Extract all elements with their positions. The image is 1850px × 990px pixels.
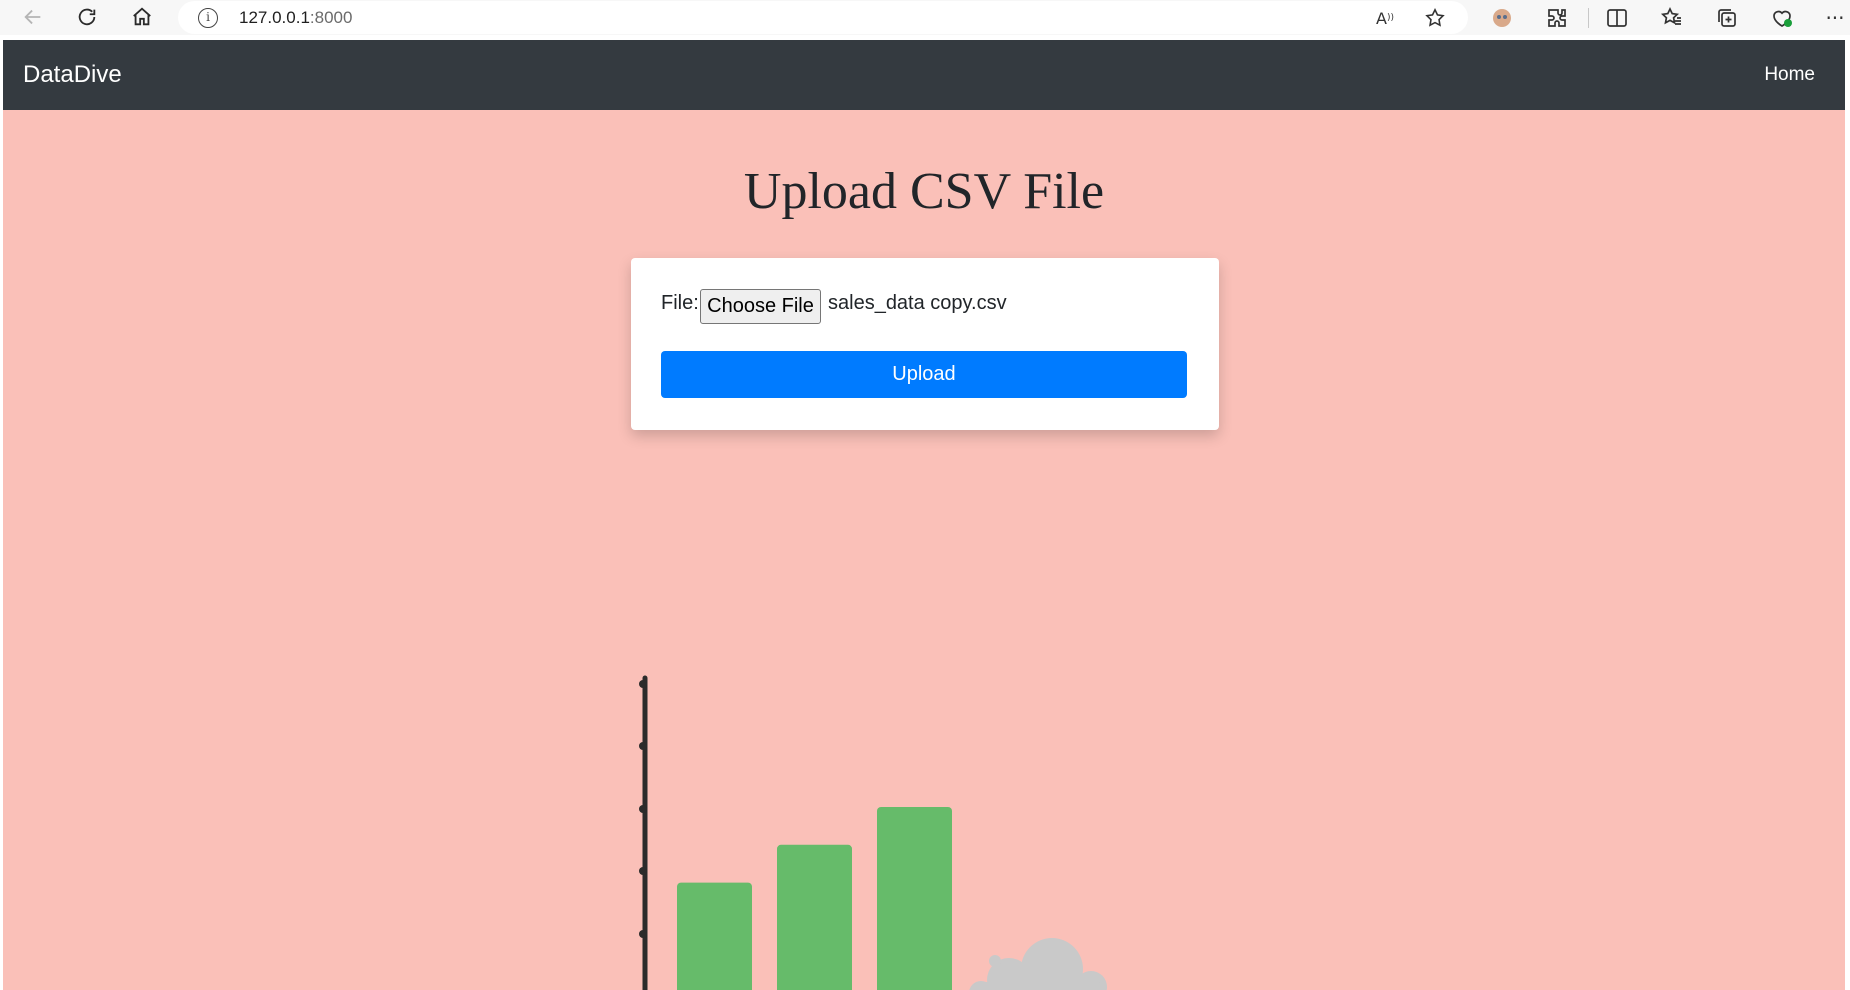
navbar-brand[interactable]: DataDive (23, 61, 122, 89)
nav-home-link[interactable]: Home (1764, 64, 1815, 86)
refresh-icon[interactable] (72, 2, 102, 32)
profile-extension-icon[interactable] (1487, 3, 1517, 33)
navbar: DataDive Home (3, 40, 1845, 110)
home-icon[interactable] (127, 2, 157, 32)
illustration-bar (877, 807, 952, 990)
selected-file-name: sales_data copy.csv (828, 292, 1007, 314)
read-aloud-icon[interactable]: A)) (1373, 6, 1397, 30)
page-viewport: DataDive Home Upload CSV File File: Choo… (3, 40, 1845, 990)
illustration-bars (677, 807, 952, 990)
illustration-bar (677, 882, 752, 990)
file-label: File: (661, 292, 699, 314)
url-text[interactable]: 127.0.0.1:8000 (239, 8, 352, 28)
browser-essentials-icon[interactable] (1767, 3, 1797, 33)
choose-file-button[interactable]: Choose File (700, 289, 821, 324)
favorites-icon[interactable] (1657, 3, 1687, 33)
cloud-illustration (969, 938, 1107, 990)
bar-chart-illustration (639, 675, 1107, 990)
page-title: Upload CSV File (743, 163, 1105, 220)
back-icon[interactable] (18, 2, 48, 32)
more-menu-icon[interactable]: ··· (1820, 3, 1850, 33)
split-screen-icon[interactable] (1602, 3, 1632, 33)
extensions-icon[interactable] (1542, 3, 1572, 33)
collections-icon[interactable] (1712, 3, 1742, 33)
upload-form-card: File: Choose File sales_data copy.csv Up… (631, 258, 1219, 430)
upload-button[interactable]: Upload (661, 351, 1187, 398)
site-info-icon[interactable]: i (198, 8, 218, 28)
address-bar[interactable]: i 127.0.0.1:8000 A)) (178, 1, 1468, 34)
browser-toolbar: i 127.0.0.1:8000 A)) ··· (0, 0, 1850, 35)
favorite-star-icon[interactable] (1423, 6, 1447, 30)
toolbar-divider (1588, 8, 1589, 28)
illustration-bar (777, 844, 852, 990)
